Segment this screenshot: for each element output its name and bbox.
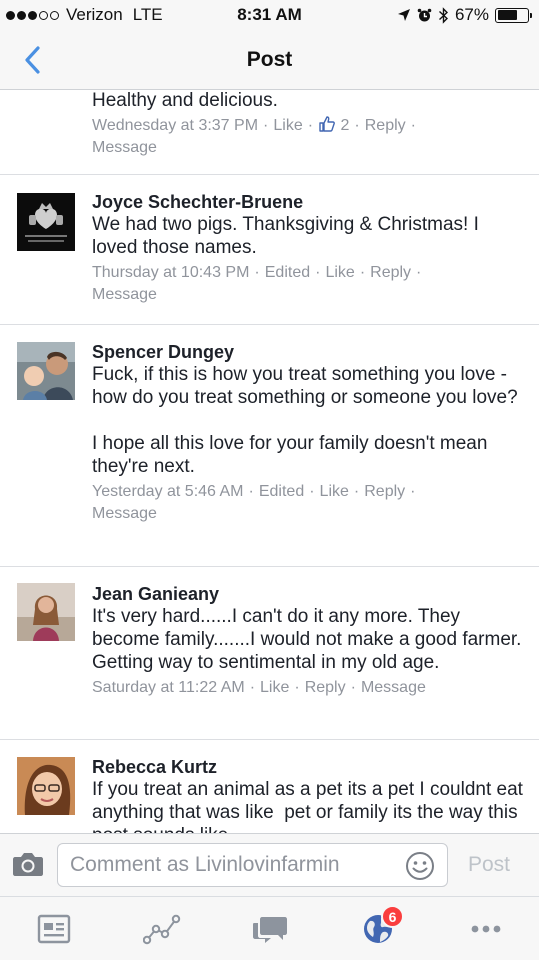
status-icons: 67%	[397, 5, 532, 25]
comment-item: Spencer Dungey Fuck, if this is how you …	[0, 325, 539, 567]
reply-link[interactable]: Reply	[370, 264, 411, 281]
like-count-number: 2	[340, 117, 350, 134]
avatar[interactable]	[17, 583, 75, 641]
thumbs-up-icon	[319, 116, 335, 132]
commenter-name[interactable]: Rebecca Kurtz	[92, 756, 525, 778]
more-dots-icon	[471, 925, 501, 933]
like-link[interactable]: Like	[273, 117, 302, 134]
emoji-button[interactable]	[405, 851, 435, 886]
comment-meta: Thursday at 10:43 PM · Edited · Like · Reply · M…	[92, 264, 422, 303]
camera-button[interactable]	[12, 851, 44, 882]
bluetooth-icon	[438, 6, 448, 24]
comment-timestamp: Wednesday at 3:37 PM	[92, 117, 259, 134]
messages-icon	[253, 917, 287, 943]
comment-item: Healthy and delicious. Wednesday at 3:37…	[0, 91, 539, 175]
claddagh-image	[17, 193, 75, 251]
alarm-clock-icon	[417, 8, 432, 21]
smiley-face-icon	[406, 852, 434, 880]
avatar[interactable]	[17, 757, 75, 815]
tab-bar: 6	[0, 896, 539, 960]
commenter-name[interactable]: Spencer Dungey	[92, 341, 525, 363]
tab-more[interactable]	[464, 911, 508, 947]
comment-item: Rebecca Kurtz If you treat an animal as …	[0, 740, 539, 833]
message-link[interactable]: Message	[92, 505, 157, 522]
profile-photo	[17, 757, 75, 815]
reply-link[interactable]: Reply	[305, 679, 346, 696]
commenter-name[interactable]: Joyce Schechter-Bruene	[92, 191, 525, 213]
message-link[interactable]: Message	[92, 286, 157, 303]
like-link[interactable]: Like	[325, 264, 354, 281]
commenter-name[interactable]: Jean Ganieany	[92, 583, 525, 605]
location-arrow-icon	[397, 9, 410, 21]
profile-photo	[17, 342, 75, 400]
avatar[interactable]	[17, 193, 75, 251]
battery-icon	[495, 7, 532, 23]
comment-text: Healthy and delicious.	[92, 91, 278, 111]
post-button[interactable]: Post	[468, 853, 510, 877]
comment-item: Jean Ganieany It's very hard......I can'…	[0, 567, 539, 740]
status-bar: Verizon LTE 8:31 AM 67%	[0, 0, 539, 32]
like-link[interactable]: Like	[260, 679, 289, 696]
comment-timestamp: Saturday at 11:22 AM	[92, 679, 245, 696]
comment-meta: Yesterday at 5:46 AM · Edited · Like · Reply · M…	[92, 483, 416, 522]
tab-notifications[interactable]: 6	[356, 905, 404, 947]
page-title: Post	[246, 48, 293, 71]
edited-link[interactable]: Edited	[265, 264, 310, 281]
reply-link[interactable]: Reply	[364, 483, 405, 500]
comment-item: Joyce Schechter-Bruene We had two pigs. …	[0, 175, 539, 325]
tab-messages[interactable]	[248, 911, 292, 947]
avatar[interactable]	[17, 342, 75, 400]
comment-composer: Post	[0, 833, 539, 896]
comment-text: Fuck, if this is how you treat something…	[92, 364, 518, 477]
comment-timestamp: Thursday at 10:43 PM	[92, 264, 250, 281]
comment-timestamp: Yesterday at 5:46 AM	[92, 483, 244, 500]
edited-link[interactable]: Edited	[259, 483, 304, 500]
tab-insights[interactable]	[140, 911, 184, 947]
news-feed-icon	[37, 914, 71, 944]
like-link[interactable]: Like	[320, 483, 349, 500]
profile-photo	[17, 583, 75, 641]
battery-percent: 67%	[454, 5, 489, 24]
comment-text: If you treat an animal as a pet its a pe…	[92, 779, 523, 833]
comment-text: We had two pigs. Thanksgiving & Christma…	[92, 214, 485, 258]
tab-news-feed[interactable]	[32, 911, 76, 947]
comment-text: It's very hard......I can't do it any mo…	[92, 606, 533, 673]
like-count: 2	[318, 116, 350, 134]
chart-line-icon	[143, 914, 181, 945]
comment-meta: Saturday at 11:22 AM · Like · Reply · Message	[92, 679, 426, 696]
comment-meta: Wednesday at 3:37 PM · Like · 2 · Reply · Messa…	[92, 116, 416, 156]
notification-badge: 6	[381, 905, 404, 928]
nav-bar: Post	[0, 32, 539, 90]
comment-input[interactable]	[57, 843, 448, 887]
message-link[interactable]: Message	[92, 139, 157, 156]
camera-icon	[13, 853, 43, 876]
reply-link[interactable]: Reply	[365, 117, 406, 134]
message-link[interactable]: Message	[361, 679, 426, 696]
comment-feed[interactable]: Healthy and delicious. Wednesday at 3:37…	[0, 91, 539, 833]
